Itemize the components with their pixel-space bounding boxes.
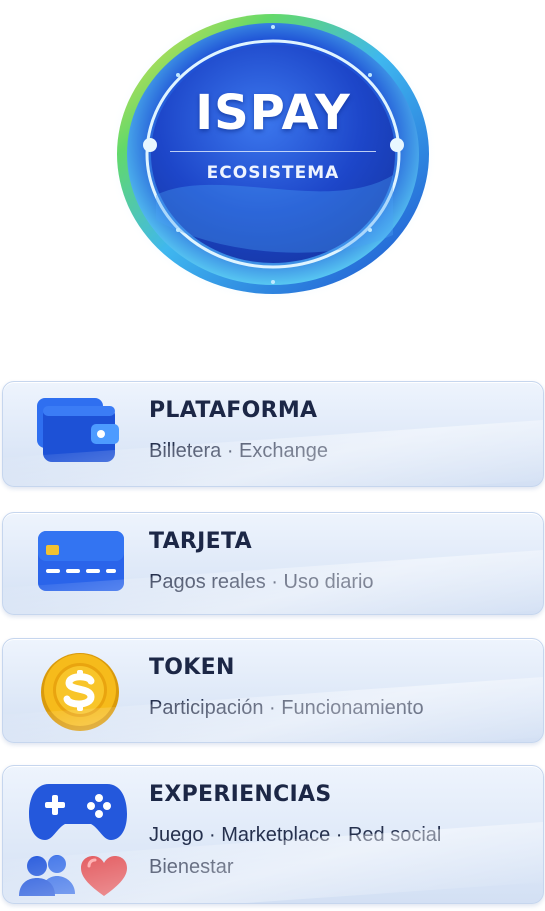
heart-icon: [79, 854, 129, 898]
logo-title: ISPAY: [195, 85, 351, 141]
card-description-line2: Bienestar: [149, 856, 234, 878]
card-title: EXPERIENCIAS: [149, 782, 332, 807]
card-description: Participación · Funcionamiento: [149, 697, 424, 719]
card-tarjeta[interactable]: TARJETA Pagos reales · Uso diario: [2, 512, 544, 615]
gamepad-icon: [27, 778, 129, 842]
card-experiencias[interactable]: EXPERIENCIAS Juego · Marketplace · Red s…: [2, 765, 544, 904]
logo-emblem-icon: [108, 5, 438, 303]
ispay-logo: ISPAY ECOSISTEMA: [108, 5, 438, 303]
card-title: TOKEN: [149, 655, 235, 680]
card-description: Billetera · Exchange: [149, 440, 328, 462]
card-token[interactable]: TOKEN Participación · Funcionamiento: [2, 638, 544, 743]
card-title: PLATAFORMA: [149, 398, 318, 423]
logo-subtitle: ECOSISTEMA: [206, 163, 340, 183]
wallet-icon: [35, 396, 121, 468]
card-description: Pagos reales · Uso diario: [149, 571, 374, 593]
users-icon: [17, 852, 77, 896]
coin-icon: [39, 651, 121, 733]
card-title: TARJETA: [149, 529, 252, 554]
credit-card-icon: [36, 529, 126, 593]
card-plataforma[interactable]: PLATAFORMA Billetera · Exchange: [2, 381, 544, 487]
card-description: Juego · Marketplace · Red social: [149, 824, 442, 846]
logo-divider: [170, 151, 376, 152]
